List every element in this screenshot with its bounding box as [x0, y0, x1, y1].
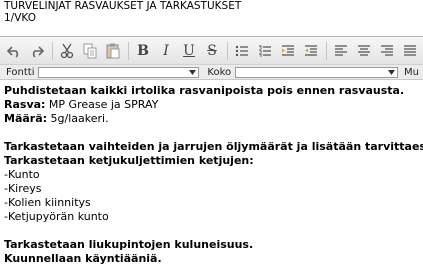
bold-icon: B — [137, 42, 149, 59]
content-line: Kuunnellaan käyntiääniä. — [4, 252, 162, 265]
align-left-icon — [335, 44, 347, 56]
undo-button[interactable] — [4, 41, 24, 61]
content-line: Tarkastetaan vaihteiden ja jarrujen öljy… — [4, 140, 423, 153]
italic-icon: I — [163, 42, 169, 59]
chevron-down-icon — [388, 69, 396, 75]
toolbar-separator — [326, 41, 327, 60]
size-select[interactable] — [235, 66, 399, 78]
task-heading: TURVELINJAT RASVAUKSET JA TARKASTUKSET 1… — [4, 0, 241, 24]
editor-toolbar: B I U S — [0, 37, 423, 65]
cut-icon — [60, 43, 74, 58]
list-item: -Ketjupyörän kunto — [4, 210, 109, 223]
align-right-button[interactable] — [377, 41, 397, 61]
unordered-list-button[interactable] — [232, 41, 252, 61]
align-center-button[interactable] — [354, 41, 374, 61]
undo-icon — [6, 45, 19, 58]
align-justify-button[interactable] — [400, 41, 420, 61]
indent-icon — [282, 44, 294, 56]
redo-button[interactable] — [27, 41, 47, 61]
content-line: Tarkastetaan liukupintojen kuluneisuus. — [4, 238, 254, 251]
size-label: Koko — [207, 66, 232, 78]
align-right-icon — [381, 44, 393, 56]
outdent-icon — [305, 44, 317, 56]
copy-icon — [83, 43, 97, 58]
strikethrough-icon: S — [207, 42, 217, 59]
align-justify-icon — [404, 44, 416, 56]
underline-icon: U — [183, 42, 195, 59]
align-center-icon — [358, 44, 370, 56]
content-line: Tarkastetaan ketjukuljettimien ketjujen: — [4, 154, 254, 167]
content-line: Rasva: MP Grease ja SPRAY — [4, 98, 159, 111]
task-title: TURVELINJAT RASVAUKSET JA TARKASTUKSET — [4, 0, 242, 12]
paste-button[interactable] — [103, 41, 123, 61]
more-label: Mu — [404, 66, 419, 78]
toolbar-separator — [128, 41, 129, 60]
toolbar-separator — [227, 41, 228, 60]
redo-icon — [32, 45, 45, 58]
unordered-list-icon — [235, 45, 248, 56]
rich-text-editor: B I U S Fontti Koko Mu Puhdistetaan kaik… — [0, 36, 423, 275]
chevron-down-icon — [189, 69, 197, 75]
ordered-list-icon — [259, 45, 271, 57]
align-left-button[interactable] — [331, 41, 351, 61]
font-label: Fontti — [6, 66, 35, 78]
underline-button[interactable]: U — [179, 41, 199, 61]
paste-icon — [106, 43, 120, 58]
content-line: Puhdistetaan kaikki irtolika rasvanipois… — [4, 84, 405, 97]
list-item: -Kunto — [4, 168, 40, 181]
font-select[interactable] — [38, 66, 200, 78]
cut-button[interactable] — [57, 41, 77, 61]
strikethrough-button[interactable]: S — [202, 41, 222, 61]
italic-button[interactable]: I — [156, 41, 176, 61]
editor-content[interactable]: Puhdistetaan kaikki irtolika rasvanipois… — [0, 80, 423, 266]
copy-button[interactable] — [80, 41, 100, 61]
indent-button[interactable] — [278, 41, 298, 61]
bold-button[interactable]: B — [133, 41, 153, 61]
ordered-list-button[interactable] — [255, 41, 275, 61]
outdent-button[interactable] — [301, 41, 321, 61]
list-item: -Kolien kiinnitys — [4, 196, 91, 209]
toolbar-separator — [52, 41, 53, 60]
font-bar: Fontti Koko Mu — [0, 65, 423, 80]
list-item: -Kireys — [4, 182, 42, 195]
task-interval: 1/VKO — [4, 12, 36, 24]
content-line: Määrä: 5g/laakeri. — [4, 112, 109, 125]
